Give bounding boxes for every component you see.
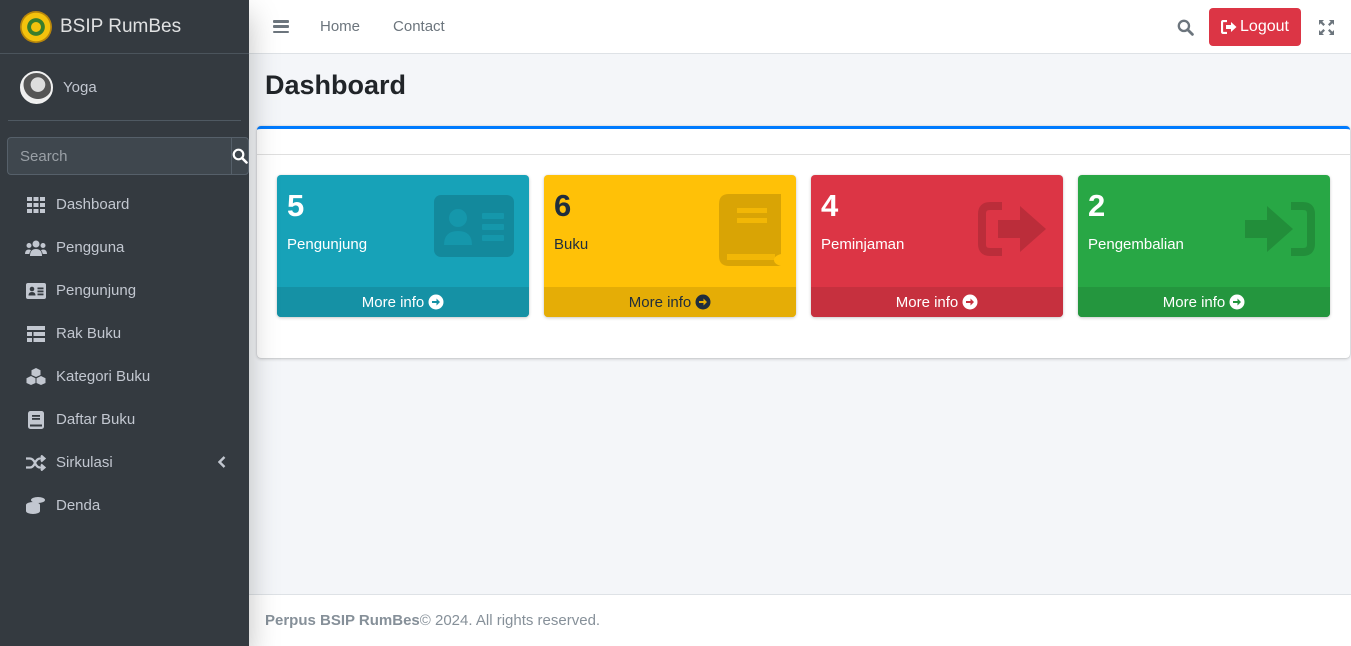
sidebar-item-dashboard[interactable]: Dashboard bbox=[8, 183, 241, 226]
table-icon bbox=[25, 324, 47, 344]
search-icon bbox=[232, 148, 248, 164]
sidebar-nav: Dashboard Pengguna Pengunjung Rak Buku K… bbox=[8, 183, 241, 527]
cubes-icon bbox=[25, 367, 47, 387]
arrow-circle-right-icon bbox=[428, 294, 444, 310]
sidebar-item-label: Dashboard bbox=[56, 196, 130, 213]
sidebar-item-label: Pengguna bbox=[56, 239, 125, 256]
arrow-circle-right-icon bbox=[1229, 294, 1245, 310]
brand-logo bbox=[20, 10, 52, 43]
hamburger-menu-icon[interactable] bbox=[273, 20, 289, 33]
navbar-right: Logout bbox=[1175, 0, 1351, 54]
sidebar-item-denda[interactable]: Denda bbox=[8, 484, 241, 527]
sidebar-search-button[interactable] bbox=[231, 137, 249, 175]
stat-boxes: 5 Pengunjung More info 6 Buku More info bbox=[277, 175, 1330, 317]
dashboard-card: 5 Pengunjung More info 6 Buku More info bbox=[257, 126, 1350, 358]
main-sidebar: BSIP RumBes Yoga Dashboard Pengguna Pen bbox=[0, 0, 249, 646]
more-info-link[interactable]: More info bbox=[811, 287, 1063, 317]
sidebar-item-label: Daftar Buku bbox=[56, 411, 136, 428]
logout-label: Logout bbox=[1240, 18, 1289, 35]
sidebar-item-label: Sirkulasi bbox=[56, 454, 113, 471]
stat-box-pengembalian: 2 Pengembalian More info bbox=[1078, 175, 1330, 317]
fullscreen-expand-icon[interactable] bbox=[1316, 17, 1336, 37]
content-header: Dashboard bbox=[265, 70, 406, 101]
stat-box-buku: 6 Buku More info bbox=[544, 175, 796, 317]
random-icon bbox=[25, 453, 47, 473]
nav-link-contact[interactable]: Contact bbox=[393, 18, 445, 35]
user-panel[interactable]: Yoga bbox=[8, 54, 241, 121]
book-icon bbox=[719, 194, 781, 271]
sidebar-item-pengunjung[interactable]: Pengunjung bbox=[8, 269, 241, 312]
more-info-label: More info bbox=[1162, 293, 1226, 311]
avatar bbox=[20, 70, 53, 104]
th-icon bbox=[25, 195, 47, 215]
navbar-search-icon[interactable] bbox=[1175, 17, 1195, 37]
sign-out-icon bbox=[1221, 20, 1237, 34]
top-navbar: Home Contact Logout bbox=[249, 0, 1351, 54]
more-info-link[interactable]: More info bbox=[1078, 287, 1330, 317]
arrow-circle-right-icon bbox=[962, 294, 978, 310]
nav-link-home[interactable]: Home bbox=[320, 18, 360, 35]
sign-in-icon bbox=[1245, 202, 1315, 261]
sidebar-item-rak-buku[interactable]: Rak Buku bbox=[8, 312, 241, 355]
sidebar-item-pengguna[interactable]: Pengguna bbox=[8, 226, 241, 269]
brand-link[interactable]: BSIP RumBes bbox=[0, 0, 249, 54]
more-info-link[interactable]: More info bbox=[544, 287, 796, 317]
main-footer: Perpus BSIP RumBes © 2024. All rights re… bbox=[249, 594, 1351, 646]
stat-box-peminjaman: 4 Peminjaman More info bbox=[811, 175, 1063, 317]
stat-box-pengunjung: 5 Pengunjung More info bbox=[277, 175, 529, 317]
more-info-label: More info bbox=[361, 293, 425, 311]
more-info-label: More info bbox=[628, 293, 692, 311]
sidebar-item-kategori-buku[interactable]: Kategori Buku bbox=[8, 355, 241, 398]
brand-name: BSIP RumBes bbox=[60, 15, 182, 37]
more-info-link[interactable]: More info bbox=[277, 287, 529, 317]
page-title: Dashboard bbox=[265, 70, 407, 100]
coins-icon bbox=[25, 496, 47, 516]
sidebar-item-label: Pengunjung bbox=[56, 282, 137, 299]
book-icon bbox=[25, 410, 47, 430]
chevron-left-icon bbox=[217, 455, 226, 472]
card-header bbox=[257, 129, 1350, 155]
sidebar-item-daftar-buku[interactable]: Daftar Buku bbox=[8, 398, 241, 441]
sidebar-item-label: Kategori Buku bbox=[56, 368, 151, 385]
sidebar-search bbox=[7, 137, 249, 175]
footer-brand-link[interactable]: Perpus BSIP RumBes bbox=[265, 612, 420, 629]
sidebar-item-label: Denda bbox=[56, 497, 101, 514]
id-card-icon bbox=[434, 195, 514, 262]
id-card-icon bbox=[25, 281, 47, 301]
more-info-label: More info bbox=[895, 293, 959, 311]
users-icon bbox=[25, 238, 47, 258]
footer-copyright: © 2024. All rights reserved. bbox=[419, 612, 601, 629]
arrow-circle-right-icon bbox=[695, 294, 711, 310]
sidebar-item-sirkulasi[interactable]: Sirkulasi bbox=[8, 441, 241, 484]
sidebar-search-input[interactable] bbox=[7, 137, 231, 175]
sign-out-icon bbox=[978, 202, 1048, 261]
logout-button[interactable]: Logout bbox=[1209, 8, 1301, 46]
user-name[interactable]: Yoga bbox=[63, 79, 97, 96]
sidebar-item-label: Rak Buku bbox=[56, 325, 122, 342]
